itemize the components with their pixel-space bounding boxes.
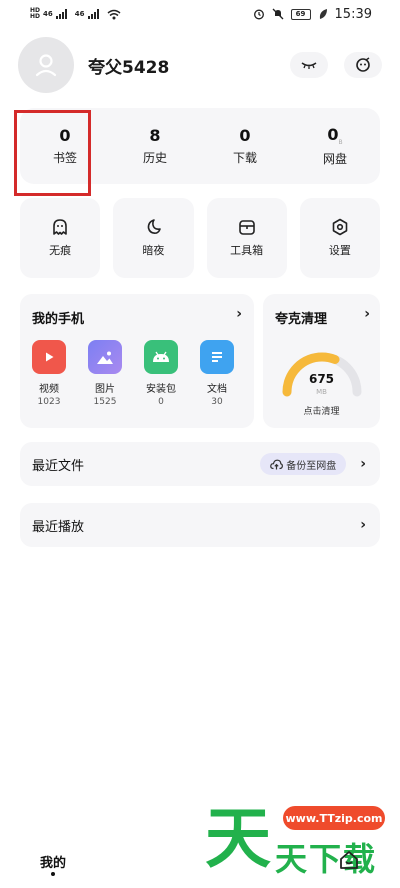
tool-settings[interactable]: 设置 — [299, 198, 380, 278]
my-phone-title: 我的手机 — [32, 312, 85, 327]
phone-items: 视频 1023 图片 1525 安装包 0 文档 30 — [30, 340, 236, 407]
stat-value: 0 — [239, 126, 251, 145]
moon-icon — [148, 219, 162, 234]
status-bar: HD HD 46 46 69 15:39 — [0, 0, 400, 28]
cleaner-title: 夸克清理 — [275, 312, 328, 327]
gear-icon — [332, 218, 348, 236]
network-type-1: 46 — [43, 10, 53, 18]
item-count: 1023 — [37, 397, 61, 407]
backup-to-cloud-button[interactable]: 备份至网盘 — [260, 453, 347, 475]
clean-action-label[interactable]: 点击清理 — [263, 404, 380, 417]
watermark-text: 天下载 — [275, 840, 378, 878]
item-count: 1525 — [93, 397, 117, 407]
tool-label: 工具箱 — [230, 244, 264, 257]
tool-label: 暗夜 — [142, 244, 165, 257]
tab-mine[interactable]: 我的 — [40, 852, 66, 871]
stat-label: 下载 — [232, 151, 257, 165]
eye-closed-button[interactable] — [290, 52, 328, 78]
hd-icon: HD HD — [30, 7, 41, 20]
wifi-icon — [107, 9, 120, 19]
username[interactable]: 夸父5428 — [88, 53, 169, 78]
stat-label: 历史 — [142, 151, 167, 165]
phone-item-images[interactable]: 图片 1525 — [86, 340, 124, 407]
ghost-icon — [53, 219, 67, 235]
mute-icon — [272, 8, 283, 20]
chevron-right-icon[interactable]: › — [360, 456, 366, 472]
recent-play-title: 最近播放 — [32, 519, 85, 535]
stat-downloads[interactable]: 0 下载 — [200, 108, 290, 184]
android-icon — [144, 340, 178, 374]
stat-value: 0B — [327, 125, 342, 146]
watermark-url: www.TTzip.com — [283, 806, 385, 830]
stat-number: 0 — [327, 124, 339, 144]
avatar[interactable] — [18, 37, 74, 93]
recent-play-row[interactable]: 最近播放 › — [20, 503, 380, 547]
watermark: 天 天下载 www.TTzip.com — [205, 800, 395, 882]
phone-item-apk[interactable]: 安装包 0 — [142, 340, 180, 407]
status-right: 69 15:39 — [253, 7, 372, 22]
chevron-right-icon[interactable]: › — [360, 517, 366, 533]
phone-item-documents[interactable]: 文档 30 — [198, 340, 236, 407]
user-icon — [35, 54, 57, 77]
tool-label: 无痕 — [49, 244, 72, 257]
tool-night-mode[interactable]: 暗夜 — [113, 198, 194, 278]
stat-unit: B — [338, 139, 343, 147]
signal-bars-icon — [55, 9, 67, 19]
tool-toolbox[interactable]: 工具箱 — [206, 198, 287, 278]
cleanable-unit: MB — [316, 388, 327, 396]
item-label: 视频 — [39, 384, 59, 395]
signal-bars-icon — [87, 9, 99, 19]
tool-label: 设置 — [328, 244, 351, 257]
tool-incognito[interactable]: 无痕 — [20, 198, 101, 278]
recent-files-title: 最近文件 — [32, 458, 85, 474]
phone-item-video[interactable]: 视频 1023 — [30, 340, 68, 407]
quick-tools: 无痕 暗夜 工具箱 设置 — [20, 198, 380, 278]
item-label: 安装包 — [146, 384, 176, 395]
cloud-upload-icon — [270, 459, 284, 469]
alarm-icon — [253, 9, 264, 20]
stat-cloud-drive[interactable]: 0B 网盘 — [290, 108, 380, 184]
header-icons — [290, 52, 382, 78]
video-icon — [32, 340, 66, 374]
sim1-signal: HD HD 46 — [30, 8, 67, 20]
toolbox-icon — [238, 220, 255, 235]
item-label: 文档 — [207, 384, 227, 395]
backup-label: 备份至网盘 — [286, 460, 337, 472]
item-label: 图片 — [95, 384, 115, 395]
image-icon — [88, 340, 122, 374]
stat-label: 网盘 — [322, 152, 347, 167]
chevron-right-icon[interactable]: › — [364, 306, 370, 322]
item-count: 30 — [211, 397, 223, 407]
network-type-2: 46 — [74, 10, 85, 18]
profile-header: 夸父5428 — [18, 36, 382, 94]
recent-files-row[interactable]: 最近文件 备份至网盘 › — [20, 442, 380, 486]
eye-closed-icon — [301, 62, 317, 69]
document-icon — [200, 340, 234, 374]
stat-history[interactable]: 8 历史 — [110, 108, 200, 184]
clock: 15:39 — [334, 6, 372, 22]
assistant-button[interactable] — [344, 52, 382, 78]
assistant-face-icon — [356, 57, 370, 72]
stat-value: 8 — [149, 126, 161, 145]
cleanable-size: 675 — [308, 372, 335, 386]
highlight-annotation-box — [14, 110, 91, 196]
my-phone-card[interactable]: 我的手机 › 视频 1023 图片 1525 安装包 0 文档 30 — [20, 294, 254, 428]
leaf-icon — [319, 9, 327, 19]
active-tab-dot — [51, 872, 55, 876]
watermark-big-char: 天 — [205, 800, 271, 877]
status-left: HD HD 46 46 — [30, 8, 121, 20]
chevron-right-icon[interactable]: › — [236, 306, 242, 322]
home-icon[interactable] — [338, 850, 360, 870]
item-count: 0 — [158, 397, 164, 407]
battery-icon: 69 — [290, 8, 311, 20]
cleaner-card[interactable]: 夸克清理 › 675 MB 点击清理 — [263, 294, 380, 428]
sim2-signal: 46 — [75, 9, 99, 19]
